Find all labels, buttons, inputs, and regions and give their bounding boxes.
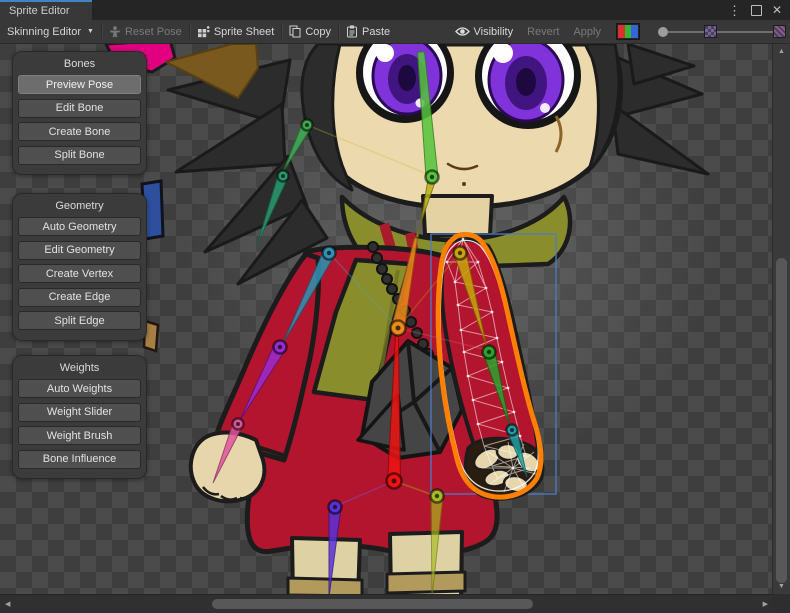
bones-panel: Bones Preview Pose Edit Bone Create Bone… — [12, 51, 147, 175]
red-channel-swatch — [618, 25, 625, 38]
create-vertex-button[interactable]: Create Vertex — [18, 264, 141, 283]
copy-icon — [289, 25, 301, 38]
weights-panel: Weights Auto Weights Weight Slider Weigh… — [12, 355, 147, 479]
green-channel-swatch — [625, 25, 632, 38]
window-menu-icon[interactable]: ⋮ — [728, 4, 741, 17]
bone-opacity-slider-track[interactable] — [668, 31, 704, 33]
auto-geometry-button[interactable]: Auto Geometry — [18, 217, 141, 236]
edit-bone-button[interactable]: Edit Bone — [18, 99, 141, 118]
scroll-right-icon[interactable]: ▶ — [763, 601, 768, 608]
horizontal-scrollbar[interactable]: ◀ ▶ — [0, 594, 772, 613]
eye-icon — [455, 26, 470, 37]
preview-pose-button[interactable]: Preview Pose — [18, 75, 141, 94]
mesh-opacity-slider-track[interactable] — [717, 31, 773, 33]
auto-weights-button[interactable]: Auto Weights — [18, 379, 141, 398]
split-edge-button[interactable]: Split Edge — [18, 311, 141, 330]
scroll-down-icon[interactable]: ▼ — [778, 583, 785, 590]
copy-button[interactable]: Copy — [282, 20, 338, 44]
horizontal-scrollbar-thumb[interactable] — [212, 599, 533, 609]
geometry-panel-title: Geometry — [13, 194, 146, 217]
reset-pose-button[interactable]: Reset Pose — [102, 20, 189, 44]
create-bone-button[interactable]: Create Bone — [18, 122, 141, 141]
close-icon[interactable]: ✕ — [772, 4, 782, 16]
weight-brush-button[interactable]: Weight Brush — [18, 426, 141, 445]
toolbar-right-group: Visibility Revert Apply — [448, 20, 790, 44]
bones-panel-title: Bones — [13, 52, 146, 75]
toolbar: Skinning Editor ▼ Reset Pose Sprite Shee… — [0, 20, 790, 44]
sprite-editor-window: Sprite Editor ⋮ ✕ Skinning Editor ▼ Rese… — [0, 0, 790, 613]
edit-geometry-button[interactable]: Edit Geometry — [18, 241, 141, 260]
bone-opacity-sprite-icon — [704, 25, 717, 38]
sprite-sheet-icon — [197, 25, 210, 38]
revert-button[interactable]: Revert — [520, 20, 566, 44]
color-channels-button[interactable] — [616, 23, 640, 40]
window-controls: ⋮ ✕ — [728, 0, 790, 20]
scroll-up-icon[interactable]: ▲ — [778, 48, 785, 55]
vertical-scrollbar-thumb[interactable] — [776, 258, 787, 583]
mesh-opacity-sprite-icon — [773, 25, 786, 38]
apply-button[interactable]: Apply — [566, 20, 608, 44]
bone-influence-button[interactable]: Bone Influence — [18, 450, 141, 469]
split-bone-button[interactable]: Split Bone — [18, 146, 141, 165]
sprite-sheet-button[interactable]: Sprite Sheet — [190, 20, 282, 44]
scroll-left-icon[interactable]: ◀ — [5, 601, 10, 608]
vertical-scrollbar[interactable]: ▲ ▼ — [772, 44, 790, 594]
create-edge-button[interactable]: Create Edge — [18, 288, 141, 307]
reset-pose-icon — [109, 26, 121, 38]
blue-channel-swatch — [631, 25, 638, 38]
mode-dropdown[interactable]: Skinning Editor ▼ — [0, 20, 101, 44]
opacity-sliders — [658, 25, 786, 38]
scrollbar-corner — [772, 594, 790, 613]
bone-opacity-slider-knob[interactable] — [658, 27, 668, 37]
chevron-down-icon: ▼ — [87, 28, 94, 35]
geometry-panel: Geometry Auto Geometry Edit Geometry Cre… — [12, 193, 147, 341]
paste-icon — [346, 25, 358, 38]
paste-button[interactable]: Paste — [339, 20, 397, 44]
weight-slider-button[interactable]: Weight Slider — [18, 403, 141, 422]
visibility-button[interactable]: Visibility — [448, 20, 521, 44]
tab-sprite-editor[interactable]: Sprite Editor — [0, 0, 92, 20]
weights-panel-title: Weights — [13, 356, 146, 379]
sprite-canvas[interactable]: Bones Preview Pose Edit Bone Create Bone… — [0, 44, 772, 594]
maximize-icon[interactable] — [751, 5, 762, 16]
tab-label: Sprite Editor — [9, 5, 70, 17]
titlebar: Sprite Editor ⋮ ✕ — [0, 0, 790, 20]
